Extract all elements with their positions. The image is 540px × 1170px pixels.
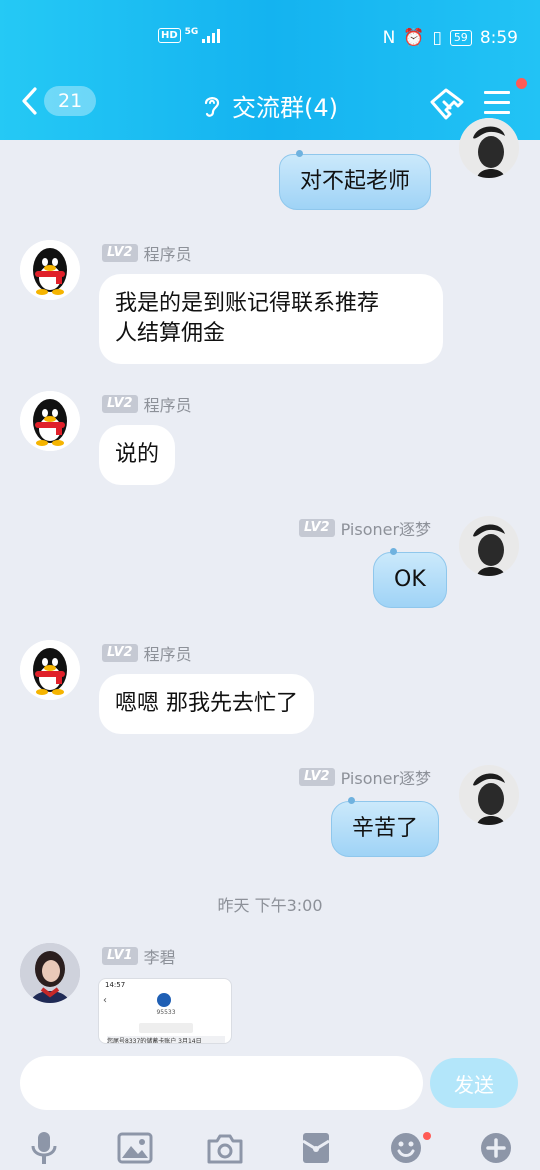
red-packet-icon[interactable]: [298, 1130, 334, 1166]
sender-row: LV1 李碧: [102, 944, 176, 968]
send-button[interactable]: 发送: [430, 1058, 518, 1108]
status-bar: HD 5G N ⏰ ▯ 59 8:59: [0, 0, 540, 70]
message-bubble[interactable]: 说的: [99, 425, 176, 485]
alarm-icon: ⏰: [403, 28, 425, 48]
message-bubble-self[interactable]: 对不起老师: [279, 154, 432, 210]
message-bubble[interactable]: 我是的是到账记得联系推荐 人结算佣金: [99, 274, 443, 364]
image-icon[interactable]: [117, 1130, 153, 1166]
nav-bar: 21 交流群(4): [0, 70, 540, 140]
camera-icon[interactable]: [207, 1130, 243, 1166]
menu-icon: [484, 91, 514, 114]
network-type: 5G: [184, 26, 199, 37]
image-caption: 您尾号8337的储蓄卡账户 3月14日: [107, 1036, 225, 1043]
message-text: 辛苦了: [352, 816, 419, 841]
time-divider: 昨天 下午3:00: [217, 896, 323, 915]
nfc-icon: N: [382, 28, 396, 48]
user-avatar-icon: [459, 516, 519, 576]
sender-name[interactable]: 程序员: [144, 641, 192, 665]
level-badge: LV2: [299, 768, 335, 786]
bubble-decoration: [296, 150, 303, 157]
image-code: 95533: [156, 1009, 176, 1016]
vibrate-icon: ▯: [432, 28, 442, 48]
level-badge: LV2: [102, 644, 138, 662]
message-text-line: 我是的是到账记得联系推荐: [115, 291, 380, 316]
signal-icon: [202, 28, 221, 43]
battery-icon: 59: [449, 30, 472, 46]
user-avatar-icon: [459, 765, 519, 825]
avatar[interactable]: [20, 240, 80, 300]
sender-row: LV2 Pisoner逐梦: [299, 516, 431, 540]
sender-name[interactable]: Pisoner逐梦: [341, 516, 431, 540]
user-avatar-icon: [20, 943, 80, 1003]
message-text: 对不起老师: [300, 169, 411, 194]
network-status: HD 5G: [158, 26, 221, 43]
group-name: 交流群(4): [232, 94, 338, 122]
avatar[interactable]: [20, 943, 80, 1003]
sender-name[interactable]: 程序员: [144, 241, 192, 265]
message-text: OK: [394, 567, 426, 592]
notification-dot: [516, 78, 527, 89]
bubble-decoration: [348, 797, 355, 804]
sender-row: LV2 Pisoner逐梦: [299, 765, 431, 789]
avatar[interactable]: [459, 765, 519, 825]
plus-icon[interactable]: [478, 1130, 514, 1166]
user-avatar-icon: [459, 118, 519, 178]
level-badge: LV2: [102, 395, 138, 413]
message-text-line: 人结算佣金: [115, 321, 226, 346]
penguin-avatar-icon: [20, 240, 80, 300]
emoji-icon[interactable]: [388, 1130, 424, 1166]
avatar[interactable]: [459, 118, 519, 178]
group-call-button[interactable]: [428, 84, 468, 124]
sender-name[interactable]: 程序员: [144, 392, 192, 416]
message-bubble-self[interactable]: OK: [373, 552, 447, 608]
level-badge: LV2: [299, 519, 335, 537]
level-badge: LV2: [102, 244, 138, 262]
status-right: N ⏰ ▯ 59 8:59: [383, 28, 518, 48]
bank-logo-icon: [157, 993, 171, 1007]
emoji-notification-dot: [423, 1132, 431, 1140]
image-message[interactable]: 14:57 ‹ 95533 您尾号8337的储蓄卡账户 3月14日: [98, 978, 232, 1044]
sender-name[interactable]: 李碧: [144, 944, 176, 968]
avatar[interactable]: [20, 391, 80, 451]
sender-name[interactable]: Pisoner逐梦: [341, 765, 431, 789]
sender-row: LV2 程序员: [102, 241, 192, 265]
mic-icon[interactable]: [26, 1130, 62, 1166]
clock: 8:59: [479, 28, 518, 48]
avatar[interactable]: [459, 516, 519, 576]
menu-button[interactable]: [484, 86, 514, 116]
ear-icon: [204, 96, 220, 117]
image-back-icon: ‹: [103, 995, 107, 1006]
input-area: 发送: [0, 1044, 540, 1170]
image-divider: [139, 1023, 193, 1033]
sender-row: LV2 程序员: [102, 392, 192, 416]
hd-badge: HD: [158, 28, 181, 43]
penguin-avatar-icon: [20, 391, 80, 451]
message-text: 说的: [115, 442, 160, 467]
level-badge: LV1: [102, 947, 138, 965]
message-text: 嗯嗯 那我先去忙了: [115, 691, 298, 716]
message-bubble-self[interactable]: 辛苦了: [331, 801, 440, 857]
image-time: 14:57: [105, 981, 126, 989]
phone-icon: [430, 88, 464, 120]
bubble-decoration: [390, 548, 397, 555]
message-input[interactable]: [20, 1056, 423, 1110]
message-bubble[interactable]: 嗯嗯 那我先去忙了: [99, 674, 314, 734]
avatar[interactable]: [20, 640, 80, 700]
input-toolbar: [0, 1120, 540, 1170]
header-bar: HD 5G N ⏰ ▯ 59 8:59 21 交流群(4): [0, 0, 540, 140]
sender-row: LV2 程序员: [102, 641, 192, 665]
penguin-avatar-icon: [20, 640, 80, 700]
